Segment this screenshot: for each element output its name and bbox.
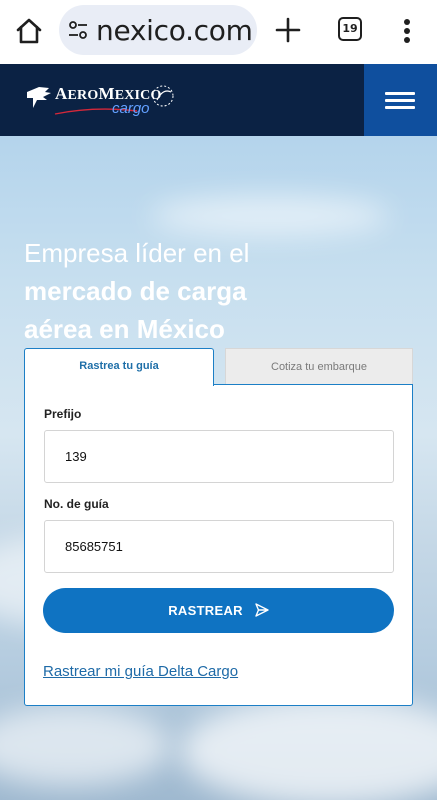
- url-text[interactable]: nexico.com: [96, 14, 253, 47]
- prefix-value[interactable]: 139: [65, 449, 87, 464]
- address-bar[interactable]: nexico.com: [59, 5, 257, 55]
- new-tab-icon[interactable]: [273, 15, 303, 45]
- headline-line-1: Empresa líder en el: [24, 238, 250, 268]
- site-settings-icon[interactable]: [67, 19, 89, 41]
- delta-cargo-link[interactable]: Rastrear mi guía Delta Cargo: [43, 663, 238, 680]
- send-icon: [255, 603, 269, 617]
- tab-quote-shipment[interactable]: Cotiza tu embarque: [225, 348, 413, 384]
- track-button-label: RASTREAR: [168, 603, 243, 618]
- prefix-field[interactable]: 139: [44, 430, 394, 483]
- guide-number-label: No. de guía: [44, 497, 109, 511]
- home-icon[interactable]: [14, 15, 44, 47]
- tracking-form: Prefijo 139 No. de guía 85685751 RASTREA…: [24, 384, 413, 706]
- site-header: AEROMEXICO cargo: [0, 64, 437, 136]
- track-button[interactable]: RASTREAR: [43, 588, 394, 633]
- hero-headline: Empresa líder en el mercado de carga aér…: [24, 234, 284, 348]
- prefix-label: Prefijo: [44, 407, 82, 421]
- headline-line-3: aérea en México: [24, 314, 225, 344]
- headline-line-2: mercado de carga: [24, 276, 247, 306]
- hero-section: Empresa líder en el mercado de carga aér…: [0, 136, 437, 800]
- guide-number-value[interactable]: 85685751: [65, 539, 123, 554]
- tab-switcher-icon[interactable]: 19: [338, 17, 362, 41]
- aeromexico-cargo-logo[interactable]: AEROMEXICO cargo: [25, 78, 185, 122]
- guide-number-field[interactable]: 85685751: [44, 520, 394, 573]
- cloud-decoration: [150, 196, 390, 236]
- cloud-decoration: [180, 696, 437, 800]
- hamburger-menu-icon[interactable]: [364, 64, 437, 136]
- cloud-decoration: [0, 706, 170, 786]
- more-menu-icon[interactable]: [397, 15, 417, 47]
- logo-cargo-text: cargo: [112, 100, 150, 117]
- browser-toolbar: nexico.com 19: [0, 0, 437, 64]
- tracking-card: Rastrea tu guía Cotiza tu embarque Prefi…: [24, 348, 413, 706]
- tab-track-guide[interactable]: Rastrea tu guía: [24, 348, 214, 386]
